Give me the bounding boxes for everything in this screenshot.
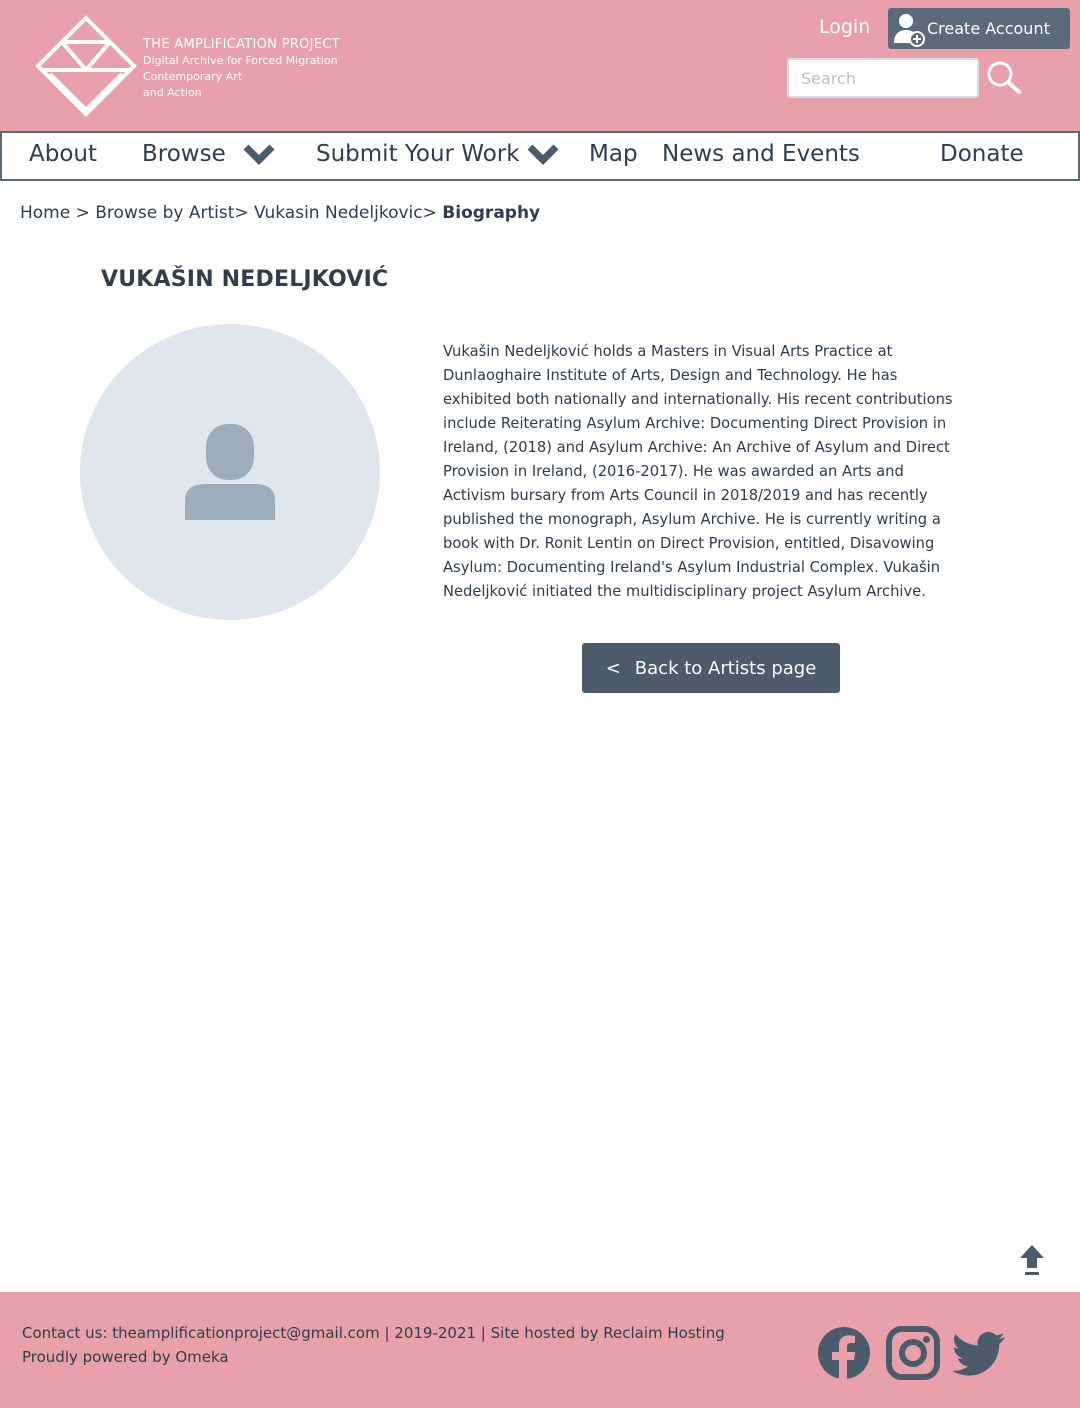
nav-item-label: About: [29, 141, 98, 167]
breadcrumb-separator: >: [234, 203, 255, 223]
chevron-left-icon: <: [605, 657, 621, 679]
nav-item-label: Browse: [142, 141, 226, 167]
nav-item-browse[interactable]: Browse: [142, 141, 276, 167]
add-user-icon: [894, 13, 925, 47]
site-logo[interactable]: [34, 14, 138, 118]
nav-item-label: Donate: [940, 141, 1024, 167]
bio-line: book with Dr. Ronit Lentin on Direct Pro…: [443, 535, 935, 552]
bio-line: include Reiterating Asylum Archive: Docu…: [443, 415, 947, 432]
bio-line: Activism bursary from Arts Council in 20…: [443, 487, 928, 504]
nav-item-label: Submit Your Work: [316, 141, 520, 167]
artist-biography: Vukašin Nedeljković holds a Masters in V…: [443, 340, 988, 604]
logo-text: THE AMPLIFICATION PROJECT Digital Archiv…: [143, 37, 340, 101]
user-placeholder-icon: [185, 424, 275, 520]
bio-line: Asylum: Documenting Ireland's Asylum Ind…: [443, 559, 941, 576]
back-to-artists-button[interactable]: < Back to Artists page: [582, 643, 840, 693]
facebook-icon[interactable]: [817, 1326, 871, 1380]
nav-item-label: Map: [589, 141, 638, 167]
breadcrumb-artist[interactable]: Vukasin Nedeljkovic: [254, 203, 423, 223]
main-nav: About Browse Submit Your Work Map News a…: [0, 131, 1080, 181]
nav-item-donate[interactable]: Donate: [940, 141, 1024, 167]
bio-line: Ireland, (2018) and Asylum Archive: An A…: [443, 439, 950, 456]
bio-line: Provision in Ireland, (2016-2017). He wa…: [443, 463, 904, 480]
search-icon[interactable]: [986, 60, 1022, 96]
instagram-icon[interactable]: [886, 1326, 940, 1380]
breadcrumb: Home > Browse by Artist> Vukasin Nedeljk…: [20, 203, 540, 223]
bio-line: Nedeljković initiated the multidisciplin…: [443, 583, 926, 600]
nav-item-label: News and Events: [662, 141, 860, 167]
breadcrumb-current: Biography: [442, 203, 541, 223]
bio-line: published the monograph, Asylum Archive.…: [443, 511, 941, 528]
back-to-artists-label: Back to Artists page: [634, 657, 817, 679]
bio-line: Dunlaoghaire Institute of Arts, Design a…: [443, 367, 898, 384]
site-header: THE AMPLIFICATION PROJECT Digital Archiv…: [0, 0, 1080, 131]
footer-powered-by: Proudly powered by Omeka: [22, 1348, 229, 1366]
site-footer: Contact us: theamplificationproject@gmai…: [0, 1292, 1080, 1408]
breadcrumb-home[interactable]: Home: [20, 203, 70, 223]
nav-item-submit-your-work[interactable]: Submit Your Work: [316, 141, 560, 167]
footer-contact: Contact us: theamplificationproject@gmai…: [22, 1324, 725, 1342]
breadcrumb-browse-by-artist[interactable]: Browse by Artist: [95, 203, 234, 223]
chevron-down-icon[interactable]: [242, 143, 276, 165]
create-account-button[interactable]: Create Account: [888, 8, 1070, 49]
logo-title: THE AMPLIFICATION PROJECT: [143, 37, 340, 52]
nav-item-map[interactable]: Map: [589, 141, 638, 167]
chevron-down-icon[interactable]: [526, 143, 560, 165]
breadcrumb-separator: >: [422, 203, 443, 223]
twitter-icon[interactable]: [953, 1326, 1007, 1380]
logo-subtitle-2: Contemporary Art: [143, 70, 243, 83]
breadcrumb-separator: >: [70, 203, 96, 223]
search-input[interactable]: [787, 58, 979, 98]
logo-subtitle-3: and Action: [143, 86, 202, 99]
bio-line: Vukašin Nedeljković holds a Masters in V…: [443, 343, 893, 360]
nav-item-news-and-events[interactable]: News and Events: [662, 141, 860, 167]
bio-line: exhibited both nationally and internatio…: [443, 391, 953, 408]
login-link[interactable]: Login: [819, 16, 870, 38]
page-title: VUKAŠIN NEDELJKOVIĆ: [101, 267, 389, 292]
logo-subtitle-1: Digital Archive for Forced Migration: [143, 54, 338, 67]
create-account-label: Create Account: [927, 19, 1050, 38]
nav-item-about[interactable]: About: [29, 141, 97, 167]
arrow-up-icon[interactable]: [1019, 1244, 1045, 1276]
avatar: [80, 324, 380, 620]
